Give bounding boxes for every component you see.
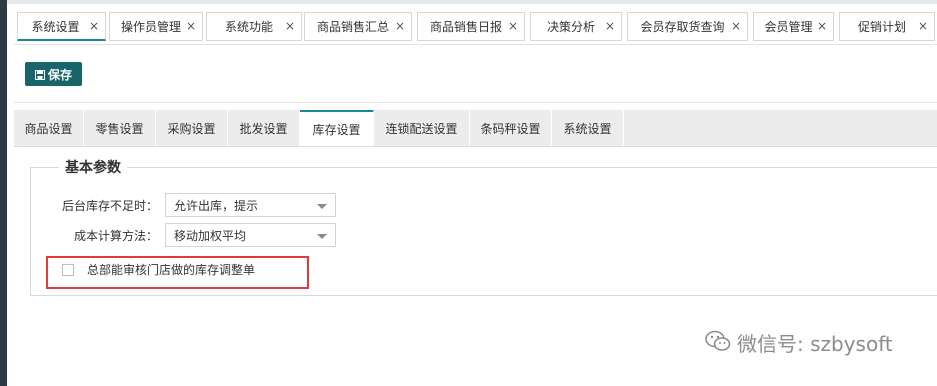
close-icon[interactable]: × [395,19,405,33]
close-icon[interactable]: × [89,19,99,33]
tab-label: 决策分析 [546,20,595,34]
subtab-label: 系统设置 [563,121,612,136]
stock-shortage-value: 允许出库，提示 [174,198,259,213]
subtab-label: 条码秤设置 [480,121,541,136]
tab-label: 会员存取货查询 [640,20,725,34]
tab-label: 操作员管理 [120,20,181,34]
tab-label: 系统功能 [224,20,273,34]
watermark: 微信号: szbysoft [705,328,893,357]
tab-decision-analysis[interactable]: 决策分析 × [530,12,622,41]
close-icon[interactable]: × [605,19,615,33]
stock-shortage-label: 后台库存不足时： [61,199,158,213]
tab-member-management[interactable]: 会员管理 × [753,12,834,41]
cost-method-value: 移动加权平均 [174,228,247,243]
subtab-purchase-settings[interactable]: 采购设置 [156,110,228,146]
tab-label: 商品销售日报 [429,20,502,34]
save-button[interactable]: 保存 [25,62,82,86]
toolbar: 保存 [14,50,937,103]
subtab-product-settings[interactable]: 商品设置 [14,110,84,146]
tab-member-storage-query[interactable]: 会员存取货查询 × [627,12,748,41]
left-sidebar-edge [0,0,7,386]
tab-promotion-plan[interactable]: 促销计划 × [839,12,935,41]
section-legend: 基本参数 [59,157,127,177]
subtab-wholesale-settings[interactable]: 批发设置 [228,110,300,146]
subtab-system-settings[interactable]: 系统设置 [552,110,624,146]
subtab-label: 库存设置 [312,122,361,137]
tab-label: 系统设置 [31,19,80,34]
tab-label: 商品销售汇总 [316,20,389,34]
save-button-label: 保存 [47,67,72,82]
save-icon [34,69,45,80]
tab-label: 促销计划 [857,20,906,34]
subtab-chain-distribution-settings[interactable]: 连锁配送设置 [374,110,470,146]
tab-system-functions[interactable]: 系统功能 × [206,12,302,41]
top-tab-bar: 系统设置 × 操作员管理 × 系统功能 × 商品销售汇总 × 商品销售日报 × … [14,8,937,45]
chevron-down-icon [317,234,327,239]
subtab-barcode-scale-settings[interactable]: 条码秤设置 [470,110,552,146]
cost-method-select[interactable]: 移动加权平均 [165,223,336,247]
subtab-label: 连锁配送设置 [385,121,458,136]
subtab-label: 商品设置 [24,121,73,136]
chevron-down-icon [317,204,327,209]
subtab-retail-settings[interactable]: 零售设置 [84,110,156,146]
close-icon[interactable]: × [285,19,295,33]
hq-audit-label: 总部能审核门店做的库存调整单 [87,263,256,277]
tab-product-sales-summary[interactable]: 商品销售汇总 × [304,12,412,41]
tab-operator-management[interactable]: 操作员管理 × [109,12,203,41]
close-icon[interactable]: × [508,19,518,33]
tab-product-sales-daily[interactable]: 商品销售日报 × [417,12,525,41]
wechat-icon [705,330,731,355]
tab-system-settings[interactable]: 系统设置 × [17,12,106,41]
close-icon[interactable]: × [186,19,196,33]
cost-method-label: 成本计算方法： [73,229,158,243]
close-icon[interactable]: × [731,19,741,33]
subtab-label: 批发设置 [239,121,288,136]
subtab-label: 采购设置 [167,121,216,136]
subtab-inventory-settings[interactable]: 库存设置 [300,110,374,146]
top-stripe [7,0,937,4]
subtab-label: 零售设置 [95,121,144,136]
hq-audit-checkbox[interactable] [62,264,74,276]
stock-shortage-select[interactable]: 允许出库，提示 [165,193,336,217]
settings-subtab-bar: 商品设置 零售设置 采购设置 批发设置 库存设置 连锁配送设置 条码秤设置 系统… [14,110,937,147]
close-icon[interactable]: × [817,19,827,33]
tab-label: 会员管理 [764,20,813,34]
watermark-text: 微信号: szbysoft [737,332,893,356]
close-icon[interactable]: × [918,19,928,33]
